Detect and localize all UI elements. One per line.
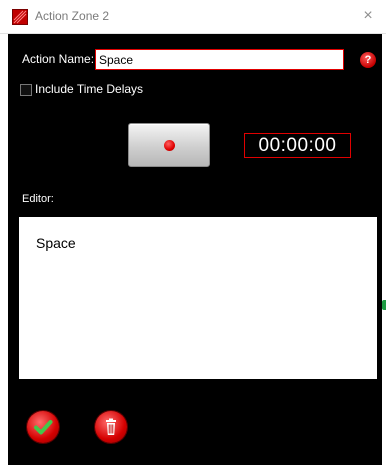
action-dialog: Action Name: ? Include Time Delays 00:00…	[8, 34, 382, 465]
include-time-delays-checkbox[interactable]	[20, 84, 32, 96]
action-name-input[interactable]	[95, 49, 344, 70]
editor-label: Editor:	[22, 193, 54, 205]
action-name-label: Action Name:	[22, 52, 95, 66]
help-button[interactable]: ?	[360, 52, 376, 68]
close-icon: ×	[363, 7, 373, 24]
title-bar: Action Zone 2 ×	[0, 0, 386, 34]
delete-button[interactable]	[95, 411, 127, 443]
window-title: Action Zone 2	[35, 9, 110, 23]
record-icon	[164, 140, 175, 151]
include-time-delays-label[interactable]: Include Time Delays	[35, 82, 143, 96]
checkmark-icon	[34, 420, 53, 435]
record-button[interactable]	[128, 123, 210, 167]
editor-area[interactable]: Space	[19, 217, 377, 379]
trash-icon	[106, 418, 116, 435]
app-logo-icon	[12, 9, 28, 25]
edge-indicator	[382, 300, 386, 310]
save-button[interactable]	[27, 411, 59, 443]
record-timer: 00:00:00	[244, 133, 351, 158]
editor-content: Space	[36, 235, 76, 251]
close-button[interactable]: ×	[358, 6, 378, 26]
help-icon: ?	[364, 54, 372, 66]
